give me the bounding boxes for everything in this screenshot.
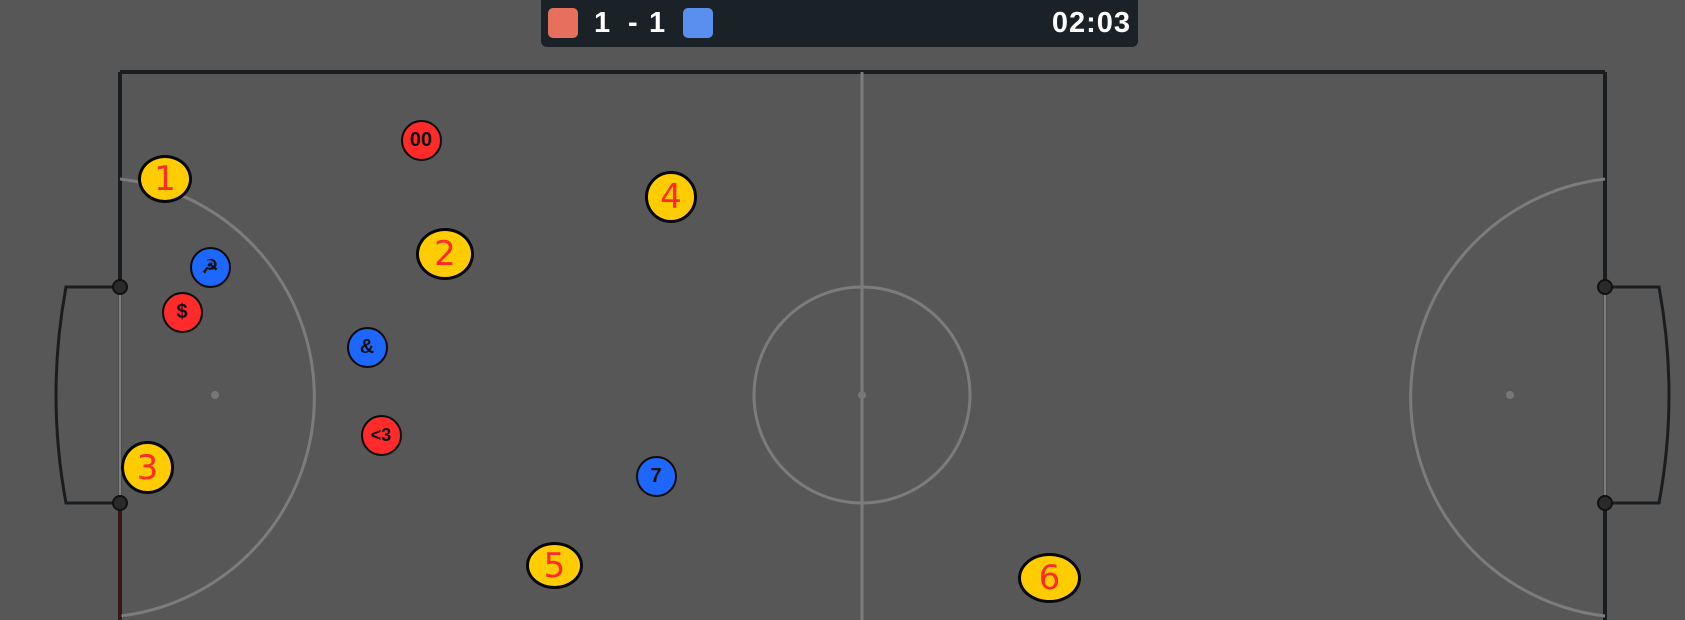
player-blue-ampersand: & [346,326,388,368]
red-team-swatch [548,8,578,38]
blue-team-score: 1 [649,7,666,39]
center-spot [858,391,866,399]
right-goal-post-bottom [1597,495,1613,511]
player-blue-hammer-sickle: ☭ [189,246,231,288]
player-red-heart: <3 [360,414,402,456]
player-blue-7: 7 [635,455,677,497]
player-red-00: 00 [400,119,442,161]
left-penalty-spot [211,391,219,399]
blue-team-swatch [683,8,713,38]
red-team-score: 1 [594,7,611,39]
futsal-field [0,0,1685,620]
field-marker-6: 6 [1018,553,1081,603]
field-marker-2: 2 [416,228,474,280]
field-marker-5: 5 [526,542,583,589]
right-penalty-spot [1506,391,1514,399]
game-screen: 1 - 1 02:03 00 ☭ $ & <3 7 1 2 3 4 5 6 [0,0,1685,620]
right-goal-post-top [1597,279,1613,295]
player-red-dollar: $ [161,291,203,333]
scoreboard: 1 - 1 02:03 [541,0,1138,47]
match-timer: 02:03 [1051,7,1131,39]
field-marker-1: 1 [138,155,192,203]
field-marker-3: 3 [121,441,174,494]
score-separator: - [628,7,638,39]
field-background [0,0,1685,620]
left-goal-post-top [112,279,128,295]
left-goal-post-bottom [112,495,128,511]
field-marker-4: 4 [645,171,697,223]
